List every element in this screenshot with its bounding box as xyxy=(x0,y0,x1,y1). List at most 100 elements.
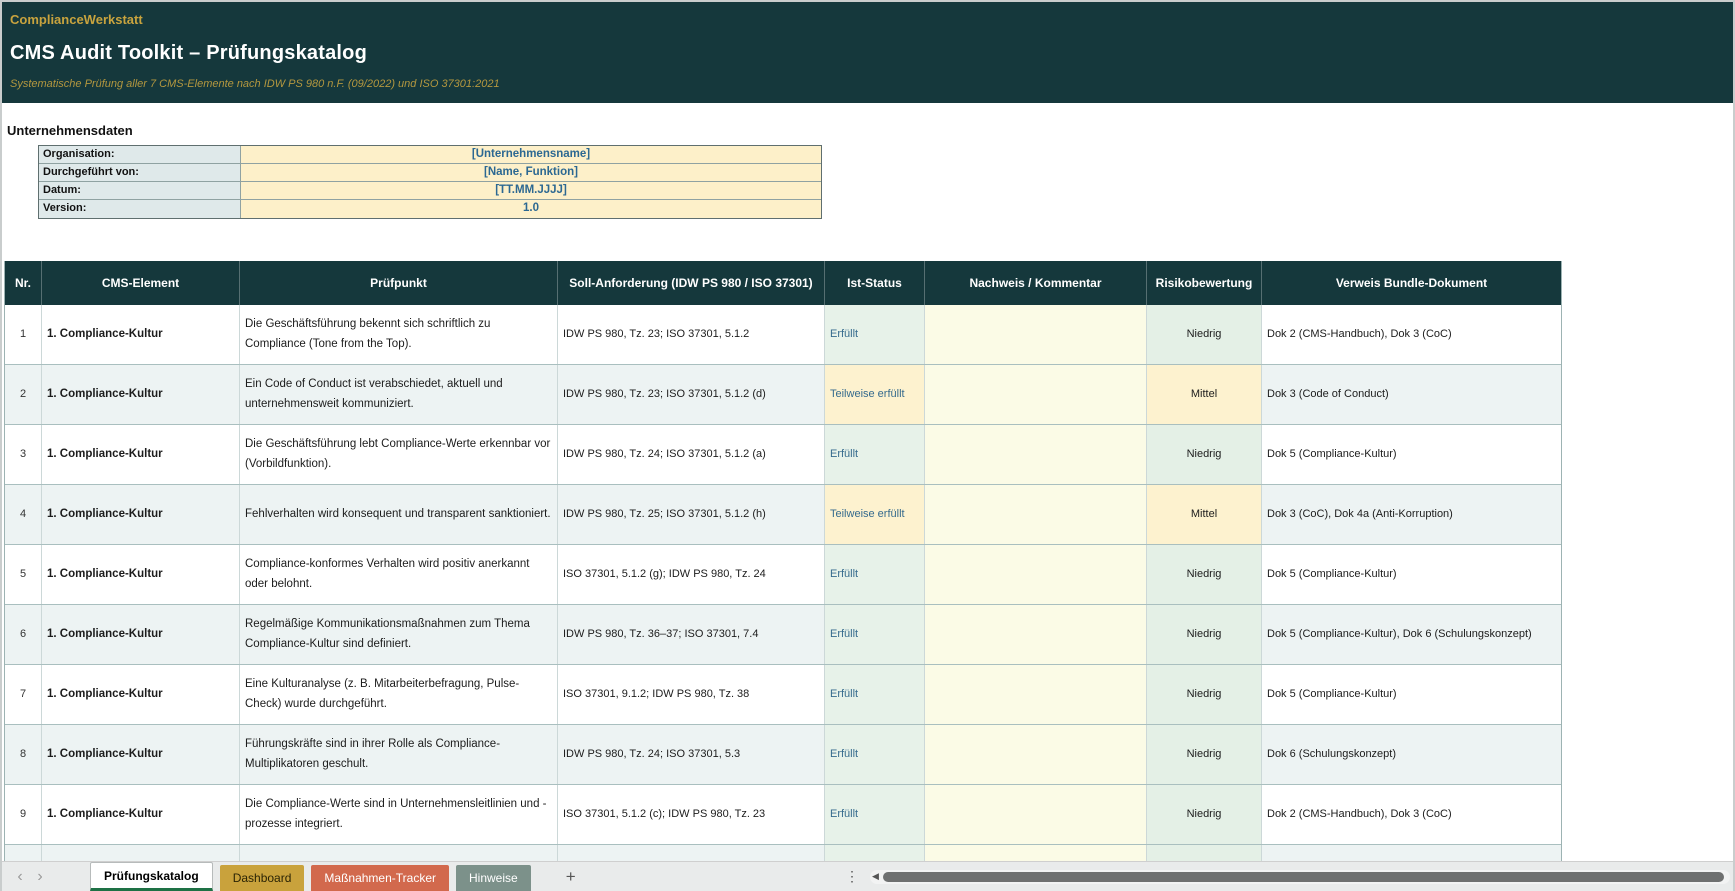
verweis-bundle-cell[interactable]: Dok 3 (Code of Conduct) xyxy=(1262,365,1561,424)
row-number-cell[interactable]: 3 xyxy=(5,425,42,484)
verweis-bundle-cell[interactable]: Dok 5 (Compliance-Kultur), Dok 6 (Schulu… xyxy=(1262,605,1561,664)
ist-status-cell[interactable]: Erfüllt xyxy=(825,425,925,484)
pruefpunkt-cell[interactable]: Ein Code of Conduct ist verabschiedet, a… xyxy=(240,365,558,424)
cms-element-cell[interactable]: 1. Compliance-Kultur xyxy=(42,605,240,664)
cms-element-cell[interactable]: 1. Compliance-Kultur xyxy=(42,425,240,484)
company-field-label: Durchgeführt von: xyxy=(39,164,241,181)
risikobewertung-cell[interactable] xyxy=(1147,845,1262,861)
soll-anforderung-cell[interactable]: IDW PS 980, Tz. 24; ISO 37301, 5.3 xyxy=(558,725,825,784)
risikobewertung-cell[interactable]: Niedrig xyxy=(1147,545,1262,604)
company-field-value[interactable]: 1.0 xyxy=(241,200,821,218)
horizontal-scrollbar-thumb[interactable] xyxy=(883,871,1724,882)
ist-status-cell[interactable] xyxy=(825,845,925,861)
cms-element-cell[interactable]: 1. Compliance-Kultur xyxy=(42,305,240,364)
risikobewertung-cell[interactable]: Niedrig xyxy=(1147,665,1262,724)
verweis-bundle-cell[interactable] xyxy=(1262,845,1561,861)
row-number-cell[interactable]: 7 xyxy=(5,665,42,724)
row-number-cell[interactable] xyxy=(5,845,42,861)
row-number-cell[interactable]: 9 xyxy=(5,785,42,844)
cms-element-cell[interactable]: 1. Compliance-Kultur xyxy=(42,785,240,844)
pruefpunkt-cell[interactable] xyxy=(240,845,558,861)
nachweis-kommentar-cell[interactable] xyxy=(925,365,1147,424)
ist-status-cell[interactable]: Erfüllt xyxy=(825,305,925,364)
ist-status-cell[interactable]: Erfüllt xyxy=(825,605,925,664)
pruefpunkt-cell[interactable]: Eine Kulturanalyse (z. B. Mitarbeiterbef… xyxy=(240,665,558,724)
cms-element-cell[interactable]: 1. Compliance-Kultur xyxy=(42,485,240,544)
company-field-value[interactable]: [Unternehmensname] xyxy=(241,146,821,163)
soll-anforderung-cell[interactable]: IDW PS 980, Tz. 36–37; ISO 37301, 7.4 xyxy=(558,605,825,664)
nachweis-kommentar-cell[interactable] xyxy=(925,785,1147,844)
cms-element-cell[interactable]: 1. Compliance-Kultur xyxy=(42,365,240,424)
pruefpunkt-cell[interactable]: Die Compliance-Werte sind in Unternehmen… xyxy=(240,785,558,844)
sheet-content: Unternehmensdaten Organisation: [Unterneh… xyxy=(2,103,1733,861)
row-number-cell[interactable]: 1 xyxy=(5,305,42,364)
soll-anforderung-cell[interactable]: IDW PS 980, Tz. 23; ISO 37301, 5.1.2 (d) xyxy=(558,365,825,424)
risikobewertung-cell[interactable]: Niedrig xyxy=(1147,425,1262,484)
risikobewertung-cell[interactable]: Mittel xyxy=(1147,365,1262,424)
table-row: 7 1. Compliance-Kultur Eine Kulturanalyse … xyxy=(5,665,1561,725)
sheet-tab-dashboard[interactable]: Dashboard xyxy=(219,865,305,891)
ist-status-cell[interactable]: Erfüllt xyxy=(825,725,925,784)
risikobewertung-cell[interactable]: Mittel xyxy=(1147,485,1262,544)
nachweis-kommentar-cell[interactable] xyxy=(925,665,1147,724)
sheet-tab-ma-nahmen-tracker[interactable]: Maßnahmen-Tracker xyxy=(311,865,449,891)
soll-anforderung-cell[interactable]: ISO 37301, 5.1.2 (g); IDW PS 980, Tz. 24 xyxy=(558,545,825,604)
pruefpunkt-cell[interactable]: Die Geschäftsführung lebt Compliance-Wer… xyxy=(240,425,558,484)
company-field-value[interactable]: [TT.MM.JJJJ] xyxy=(241,182,821,199)
verweis-bundle-cell[interactable]: Dok 6 (Schulungskonzept) xyxy=(1262,725,1561,784)
pruefpunkt-cell[interactable]: Regelmäßige Kommunikationsmaßnahmen zum … xyxy=(240,605,558,664)
cms-element-cell[interactable]: 1. Compliance-Kultur xyxy=(42,665,240,724)
verweis-bundle-cell[interactable]: Dok 3 (CoC), Dok 4a (Anti-Korruption) xyxy=(1262,485,1561,544)
ist-status-cell[interactable]: Teilweise erfüllt xyxy=(825,485,925,544)
verweis-bundle-cell[interactable]: Dok 5 (Compliance-Kultur) xyxy=(1262,665,1561,724)
soll-anforderung-cell[interactable]: IDW PS 980, Tz. 25; ISO 37301, 5.1.2 (h) xyxy=(558,485,825,544)
row-number-cell[interactable]: 6 xyxy=(5,605,42,664)
row-number-cell[interactable]: 8 xyxy=(5,725,42,784)
verweis-bundle-cell[interactable]: Dok 5 (Compliance-Kultur) xyxy=(1262,545,1561,604)
add-sheet-icon[interactable]: + xyxy=(566,867,576,887)
ist-status-cell[interactable]: Erfüllt xyxy=(825,785,925,844)
sheet-tab-pr-fungskatalog[interactable]: Prüfungskatalog xyxy=(90,862,213,891)
pruefpunkt-cell[interactable]: Compliance-konformes Verhalten wird posi… xyxy=(240,545,558,604)
drag-handle-icon[interactable]: ⋮ xyxy=(845,868,860,885)
row-number-cell[interactable]: 5 xyxy=(5,545,42,604)
verweis-bundle-cell[interactable]: Dok 5 (Compliance-Kultur) xyxy=(1262,425,1561,484)
ist-status-cell[interactable]: Teilweise erfüllt xyxy=(825,365,925,424)
cms-element-cell[interactable]: 1. Compliance-Kultur xyxy=(42,545,240,604)
company-field-value[interactable]: [Name, Funktion] xyxy=(241,164,821,181)
ist-status-cell[interactable]: Erfüllt xyxy=(825,665,925,724)
next-sheet-icon[interactable]: › xyxy=(30,868,50,886)
risikobewertung-cell[interactable]: Niedrig xyxy=(1147,725,1262,784)
soll-anforderung-cell[interactable]: ISO 37301, 5.1.2 (c); IDW PS 980, Tz. 23 xyxy=(558,785,825,844)
sheet-tab-hinweise[interactable]: Hinweise xyxy=(456,865,531,891)
pruefpunkt-cell[interactable]: Führungskräfte sind in ihrer Rolle als C… xyxy=(240,725,558,784)
risikobewertung-cell[interactable]: Niedrig xyxy=(1147,305,1262,364)
soll-anforderung-cell[interactable]: ISO 37301, 9.1.2; IDW PS 980, Tz. 38 xyxy=(558,665,825,724)
soll-anforderung-cell[interactable]: IDW PS 980, Tz. 23; ISO 37301, 5.1.2 xyxy=(558,305,825,364)
nachweis-kommentar-cell[interactable] xyxy=(925,305,1147,364)
risikobewertung-cell[interactable]: Niedrig xyxy=(1147,785,1262,844)
risikobewertung-cell[interactable]: Niedrig xyxy=(1147,605,1262,664)
row-number-cell[interactable]: 4 xyxy=(5,485,42,544)
nachweis-kommentar-cell[interactable] xyxy=(925,605,1147,664)
nachweis-kommentar-cell[interactable] xyxy=(925,845,1147,861)
cms-element-cell[interactable] xyxy=(42,845,240,861)
pruefpunkt-cell[interactable]: Fehlverhalten wird konsequent und transp… xyxy=(240,485,558,544)
nachweis-kommentar-cell[interactable] xyxy=(925,485,1147,544)
nachweis-kommentar-cell[interactable] xyxy=(925,725,1147,784)
prev-sheet-icon[interactable]: ‹ xyxy=(10,868,30,886)
row-number-cell[interactable]: 2 xyxy=(5,365,42,424)
horizontal-scrollbar[interactable]: ◀ xyxy=(870,869,1730,884)
column-header: Nachweis / Kommentar xyxy=(925,261,1147,305)
scrollbar-left-arrow-icon[interactable]: ◀ xyxy=(872,871,879,882)
verweis-bundle-cell[interactable]: Dok 2 (CMS-Handbuch), Dok 3 (CoC) xyxy=(1262,305,1561,364)
column-header: Nr. xyxy=(5,261,42,305)
soll-anforderung-cell[interactable] xyxy=(558,845,825,861)
ist-status-cell[interactable]: Erfüllt xyxy=(825,545,925,604)
pruefpunkt-cell[interactable]: Die Geschäftsführung bekennt sich schrif… xyxy=(240,305,558,364)
soll-anforderung-cell[interactable]: IDW PS 980, Tz. 24; ISO 37301, 5.1.2 (a) xyxy=(558,425,825,484)
nachweis-kommentar-cell[interactable] xyxy=(925,545,1147,604)
cms-element-cell[interactable]: 1. Compliance-Kultur xyxy=(42,725,240,784)
verweis-bundle-cell[interactable]: Dok 2 (CMS-Handbuch), Dok 3 (CoC) xyxy=(1262,785,1561,844)
nachweis-kommentar-cell[interactable] xyxy=(925,425,1147,484)
